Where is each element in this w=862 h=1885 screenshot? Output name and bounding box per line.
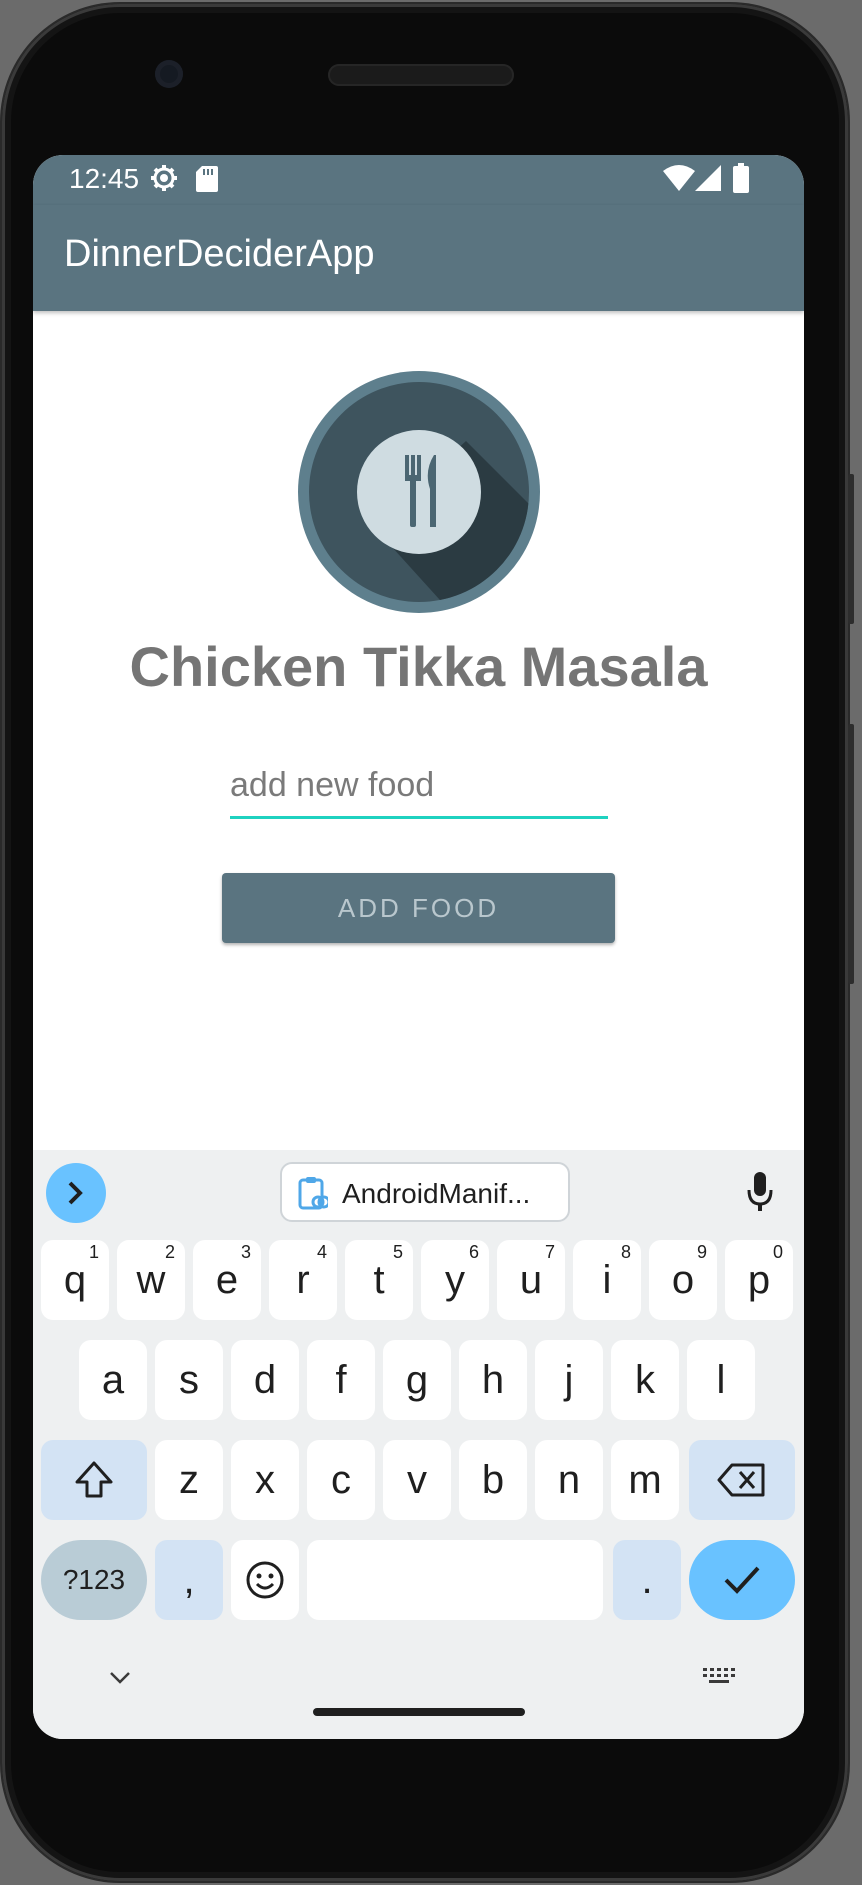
key-d[interactable]: d — [231, 1340, 299, 1420]
key-p[interactable]: p0 — [725, 1240, 793, 1320]
key-h[interactable]: h — [459, 1340, 527, 1420]
key-j[interactable]: j — [535, 1340, 603, 1420]
checkmark-icon — [724, 1566, 760, 1594]
comma-key[interactable]: , — [155, 1540, 223, 1620]
key-z[interactable]: z — [155, 1440, 223, 1520]
battery-icon — [733, 163, 749, 193]
app-bar: DinnerDeciderApp — [33, 205, 804, 311]
emoji-icon — [246, 1561, 284, 1599]
status-time: 12:45 — [69, 163, 140, 194]
shift-key[interactable] — [41, 1440, 147, 1520]
soft-keyboard: AndroidManif... q1 w2 e3 r4 t5 y6 u7 i8 … — [33, 1150, 804, 1739]
key-x[interactable]: x — [231, 1440, 299, 1520]
emoji-key[interactable] — [231, 1540, 299, 1620]
add-food-button[interactable]: ADD FOOD — [222, 873, 615, 943]
new-food-input[interactable]: add new food — [230, 762, 608, 819]
key-t[interactable]: t5 — [345, 1240, 413, 1320]
key-n[interactable]: n — [535, 1440, 603, 1520]
key-r[interactable]: r4 — [269, 1240, 337, 1320]
key-k[interactable]: k — [611, 1340, 679, 1420]
done-key[interactable] — [689, 1540, 795, 1620]
space-key[interactable] — [307, 1540, 603, 1620]
keyboard-switch-icon[interactable] — [703, 1668, 735, 1686]
key-m[interactable]: m — [611, 1440, 679, 1520]
key-b[interactable]: b — [459, 1440, 527, 1520]
hide-keyboard-icon[interactable] — [109, 1671, 131, 1685]
key-y[interactable]: y6 — [421, 1240, 489, 1320]
key-s[interactable]: s — [155, 1340, 223, 1420]
key-u[interactable]: u7 — [497, 1240, 565, 1320]
shift-icon — [75, 1461, 113, 1498]
symbols-key[interactable]: ?123 — [41, 1540, 147, 1620]
gesture-nav-handle[interactable] — [313, 1708, 525, 1716]
cellular-signal-icon — [695, 165, 721, 191]
key-f[interactable]: f — [307, 1340, 375, 1420]
settings-icon — [151, 165, 177, 191]
selected-food-name: Chicken Tikka Masala — [129, 635, 708, 698]
app-title: DinnerDeciderApp — [64, 233, 375, 275]
power-button — [848, 474, 854, 624]
key-w[interactable]: w2 — [117, 1240, 185, 1320]
device-screen: 12:45 DinnerDeciderApp Chicken Tikka Mas… — [33, 155, 804, 1739]
food-logo-icon — [298, 371, 540, 613]
phone-frame: 12:45 DinnerDeciderApp Chicken Tikka Mas… — [2, 4, 854, 1881]
backspace-icon — [717, 1463, 765, 1497]
key-l[interactable]: l — [687, 1340, 755, 1420]
backspace-key[interactable] — [689, 1440, 795, 1520]
new-food-placeholder: add new food — [230, 766, 435, 804]
key-q[interactable]: q1 — [41, 1240, 109, 1320]
key-e[interactable]: e3 — [193, 1240, 261, 1320]
clipboard-link-icon — [298, 1177, 328, 1210]
microphone-icon[interactable] — [747, 1172, 773, 1212]
period-key[interactable]: . — [613, 1540, 681, 1620]
key-i[interactable]: i8 — [573, 1240, 641, 1320]
sd-card-icon — [196, 166, 218, 192]
key-c[interactable]: c — [307, 1440, 375, 1520]
key-g[interactable]: g — [383, 1340, 451, 1420]
earpiece-speaker — [328, 64, 514, 86]
key-o[interactable]: o9 — [649, 1240, 717, 1320]
key-v[interactable]: v — [383, 1440, 451, 1520]
wifi-icon — [663, 165, 695, 191]
volume-button — [848, 724, 854, 984]
clipboard-suggestion-text: AndroidManif... — [342, 1178, 531, 1209]
front-camera — [155, 60, 183, 88]
chevron-right-icon — [68, 1181, 83, 1205]
key-a[interactable]: a — [79, 1340, 147, 1420]
status-bar: 12:45 — [33, 155, 804, 205]
